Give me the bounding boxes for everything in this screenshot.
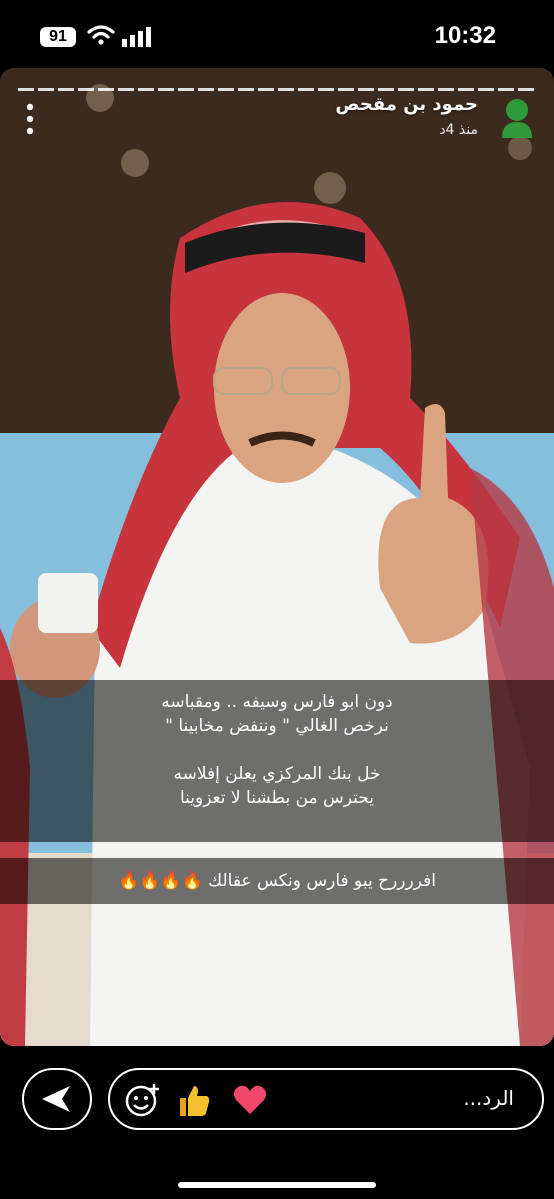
story-caption-secondary: افررررح يبو فارس ونكس عقالك 🔥🔥🔥🔥 (0, 858, 554, 904)
clock: 10:32 (434, 22, 496, 49)
signal-icon (122, 27, 151, 47)
battery-indicator: 91 (40, 27, 76, 47)
story-view[interactable]: حمود بن مقحص منذ 4د دون ابو فارس وسيفه .… (0, 68, 554, 1046)
home-indicator[interactable] (178, 1182, 376, 1188)
status-bar: 91 10:32 (0, 0, 554, 70)
add-emoji-icon[interactable] (124, 1082, 160, 1118)
caption-line (0, 738, 554, 762)
caption-line: نرخص الغالي " وننفض مخابينا " (165, 716, 389, 736)
avatar-icon[interactable] (500, 96, 534, 138)
reply-input[interactable]: الرد... (108, 1068, 544, 1130)
caption-line: يحترس من بطشنا لا تعزوينا (179, 788, 375, 808)
heart-icon[interactable] (232, 1082, 268, 1118)
wifi-icon (87, 25, 115, 45)
caption-line: دون ابو فارس وسيفه .. ومقباسه (161, 692, 393, 712)
story-progress-bar (18, 76, 536, 91)
send-icon (42, 1086, 70, 1112)
send-button[interactable] (22, 1068, 92, 1130)
thumbs-up-icon[interactable] (176, 1082, 212, 1118)
author-name[interactable]: حمود بن مقحص (335, 94, 478, 115)
story-caption: دون ابو فارس وسيفه .. ومقباسه نرخص الغال… (0, 680, 554, 842)
reply-bar-area: الرد... (0, 1046, 554, 1199)
more-options-icon[interactable] (20, 102, 40, 136)
caption-line: خل بنك المركزي يعلن إفلاسه (173, 764, 381, 784)
reply-placeholder[interactable]: الرد... (463, 1086, 514, 1110)
story-time: منذ 4د (439, 122, 478, 138)
